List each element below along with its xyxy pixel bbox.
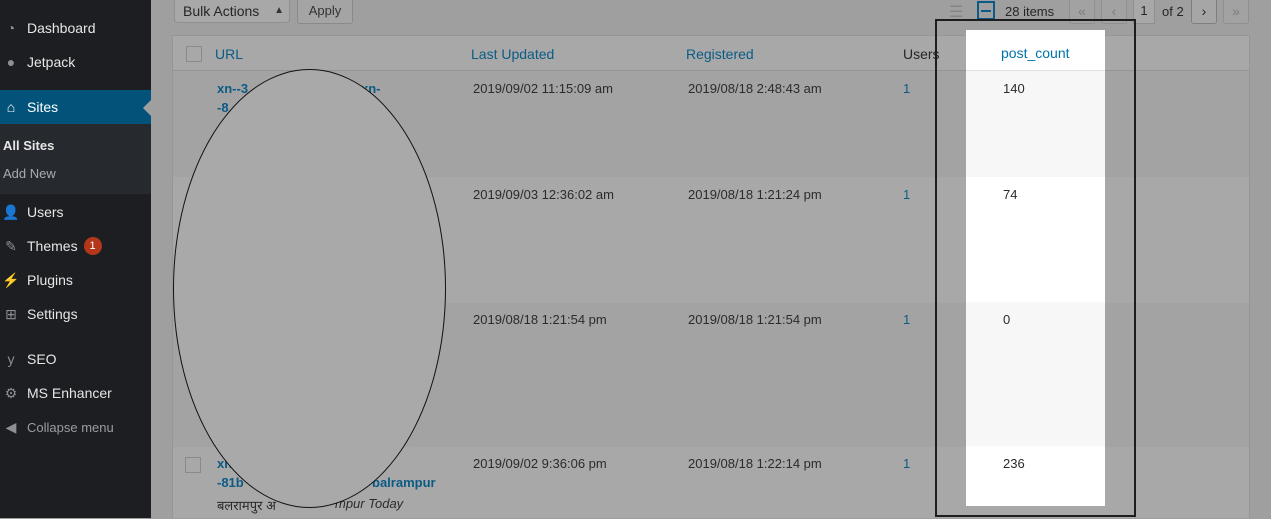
settings-icon: ⊞ xyxy=(5,305,17,322)
gear-icon: ⚙ xyxy=(4,384,18,401)
annotation-highlight-box xyxy=(935,19,1136,517)
last-updated-cell: 2019/09/03 12:36:02 am xyxy=(473,187,614,202)
sidebar-item-users[interactable]: 👤 Users xyxy=(0,195,151,229)
row-checkbox[interactable] xyxy=(185,457,201,473)
sidebar-item-label: Collapse menu xyxy=(27,419,114,435)
sidebar-item-plugins[interactable]: ⚡ Plugins xyxy=(0,263,151,297)
dashboard-icon: ◔ xyxy=(6,20,16,36)
current-page-input[interactable]: 1 xyxy=(1133,0,1155,24)
sidebar-item-jetpack[interactable]: ● Jetpack xyxy=(0,45,151,79)
last-updated-cell: 2019/09/02 9:36:06 pm xyxy=(473,456,607,471)
sidebar-item-sites[interactable]: ⌂ Sites xyxy=(0,90,151,124)
bulk-actions-label: Bulk Actions xyxy=(183,3,260,19)
collapse-icon: ◀ xyxy=(5,418,17,435)
sidebar-item-label: SEO xyxy=(27,351,57,367)
sidebar-item-label: Settings xyxy=(27,306,78,322)
registered-cell: 2019/08/18 1:22:14 pm xyxy=(688,456,822,471)
sidebar-item-label: Jetpack xyxy=(27,54,76,70)
sidebar-item-label: Dashboard xyxy=(27,20,96,36)
themes-icon: ✎ xyxy=(5,237,17,254)
registered-cell: 2019/08/18 2:48:43 am xyxy=(688,81,822,96)
users-count-link[interactable]: 1 xyxy=(903,456,910,471)
sidebar-item-seo[interactable]: y SEO xyxy=(0,342,151,376)
last-updated-cell: 2019/09/02 11:15:09 am xyxy=(473,81,613,96)
column-registered[interactable]: Registered xyxy=(686,46,754,62)
admin-sidebar: ◔ Dashboard ● Jetpack ⌂ Sites All Sites … xyxy=(0,0,151,518)
items-count: 28 items xyxy=(1005,4,1055,19)
submenu-all-sites[interactable]: All Sites xyxy=(3,138,54,153)
registered-cell: 2019/08/18 1:21:54 pm xyxy=(688,312,822,327)
list-view-icon[interactable]: ☰ xyxy=(949,2,967,21)
sidebar-item-dashboard[interactable]: ◔ Dashboard xyxy=(0,11,151,45)
users-count-link[interactable]: 1 xyxy=(903,81,910,96)
select-all-checkbox[interactable] xyxy=(186,46,202,62)
collapse-menu-button[interactable]: ◀ Collapse menu xyxy=(0,410,151,444)
excerpt-view-icon[interactable] xyxy=(977,1,995,20)
sidebar-item-label: Users xyxy=(27,204,64,220)
column-url[interactable]: URL xyxy=(215,46,243,62)
sites-icon: ⌂ xyxy=(6,99,16,115)
sidebar-item-label: Plugins xyxy=(27,272,73,288)
bulk-actions-select[interactable]: Bulk Actions ▲ xyxy=(174,0,290,23)
sidebar-item-label: MS Enhancer xyxy=(27,385,112,401)
next-page-button[interactable]: › xyxy=(1191,0,1217,24)
last-updated-cell: 2019/08/18 1:21:54 pm xyxy=(473,312,607,327)
update-count-badge: 1 xyxy=(83,237,102,255)
select-arrows-icon: ▲ xyxy=(274,5,284,16)
apply-button[interactable]: Apply xyxy=(297,0,353,24)
sidebar-item-ms-enhancer[interactable]: ⚙ MS Enhancer xyxy=(0,376,151,410)
registered-cell: 2019/08/18 1:21:24 pm xyxy=(688,187,822,202)
sidebar-item-label: Themes xyxy=(27,238,78,254)
jetpack-icon: ● xyxy=(6,54,16,70)
sidebar-item-themes[interactable]: ✎ Themes 1 xyxy=(0,229,151,263)
last-page-button[interactable]: » xyxy=(1223,0,1249,24)
plugins-icon: ⚡ xyxy=(2,271,20,288)
site-url-link[interactable]: xn--3 xyxy=(217,81,248,96)
submenu-add-new[interactable]: Add New xyxy=(3,166,56,181)
seo-icon: y xyxy=(7,351,15,367)
redaction-ellipse xyxy=(173,69,446,508)
site-url-link-line2-cont[interactable]: balrampur xyxy=(372,475,436,490)
column-last-updated[interactable]: Last Updated xyxy=(471,46,554,62)
sidebar-item-label: Sites xyxy=(27,99,59,115)
users-count-link[interactable]: 1 xyxy=(903,187,910,202)
site-description: बलरामपुर अ xyxy=(217,498,276,513)
sidebar-item-settings[interactable]: ⊞ Settings xyxy=(0,297,151,331)
users-icon: 👤 xyxy=(2,203,20,220)
users-count-link[interactable]: 1 xyxy=(903,312,910,327)
sites-submenu: All Sites Add New xyxy=(0,124,151,194)
total-pages: of 2 xyxy=(1162,4,1184,19)
